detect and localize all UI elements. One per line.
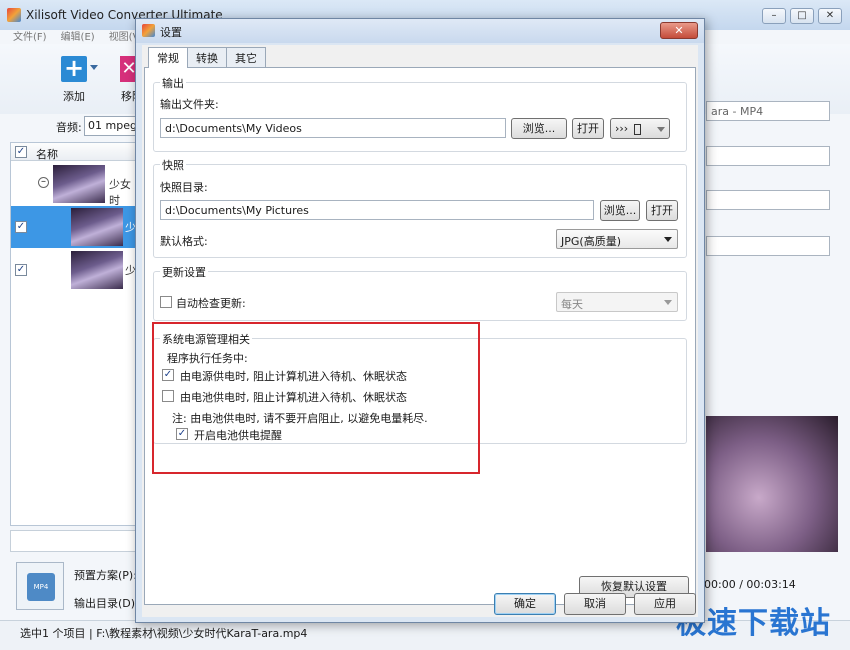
output-group-title: 输出 bbox=[160, 75, 186, 91]
output-folder-label: 输出文件夹: bbox=[160, 98, 219, 111]
dialog-title: 设置 bbox=[160, 26, 182, 39]
chevron-down-icon bbox=[664, 300, 672, 305]
update-group: 更新设置 自动检查更新: 每天 bbox=[153, 264, 687, 321]
preset-icon[interactable]: MP4 bbox=[16, 562, 64, 610]
list-item-title: 少女时 bbox=[109, 178, 131, 207]
update-frequency-value: 每天 bbox=[561, 298, 583, 311]
dialog-app-icon bbox=[142, 24, 155, 37]
right-dropdown-1[interactable] bbox=[706, 146, 830, 166]
apply-button[interactable]: 应用 bbox=[634, 593, 696, 615]
add-icon[interactable]: + bbox=[61, 56, 87, 82]
close-window-button[interactable]: ✕ bbox=[818, 8, 842, 24]
update-group-title: 更新设置 bbox=[160, 264, 208, 280]
tab-convert[interactable]: 转换 bbox=[187, 47, 227, 67]
video-thumbnail bbox=[71, 208, 123, 246]
ok-button[interactable]: 确定 bbox=[494, 593, 556, 615]
cancel-button[interactable]: 取消 bbox=[564, 593, 626, 615]
minimize-button[interactable]: – bbox=[762, 8, 786, 24]
video-thumbnail bbox=[53, 165, 105, 203]
update-frequency-select[interactable]: 每天 bbox=[556, 292, 678, 312]
chevron-down-icon bbox=[657, 127, 665, 132]
right-dropdown-2[interactable] bbox=[706, 190, 830, 210]
forward-arrows-icon: ››› bbox=[615, 122, 629, 135]
device-icon bbox=[633, 123, 641, 135]
name-column-header[interactable]: 名称 bbox=[36, 146, 58, 162]
output-device-button[interactable]: ››› bbox=[610, 118, 670, 139]
default-format-value: JPG(高质量) bbox=[561, 235, 621, 248]
output-folder-input[interactable]: d:\Documents\My Videos bbox=[160, 118, 506, 138]
tab-bar: 常规 转换 其它 bbox=[148, 47, 266, 68]
maximize-button[interactable]: □ bbox=[790, 8, 814, 24]
snapshot-open-button[interactable]: 打开 bbox=[646, 200, 678, 221]
list-header: ✓ 名称 bbox=[11, 143, 137, 161]
snapshot-browse-button[interactable]: 浏览... bbox=[600, 200, 640, 221]
app-icon bbox=[7, 8, 21, 22]
highlight-box bbox=[152, 322, 480, 474]
auto-update-label: 自动检查更新: bbox=[176, 297, 246, 310]
row-checkbox[interactable]: ✓ bbox=[15, 264, 27, 276]
audio-label: 音频: bbox=[56, 121, 82, 134]
dialog-titlebar: 设置 ✕ bbox=[136, 19, 704, 43]
preset-label: 预置方案(P): bbox=[74, 569, 137, 582]
collapse-icon[interactable]: – bbox=[38, 177, 49, 188]
output-open-button[interactable]: 打开 bbox=[572, 118, 604, 139]
status-text: 选中1 个项目 | F:\教程素材\视频\少女时代KaraT-ara.mp4 bbox=[20, 627, 308, 640]
output-format-field[interactable]: ara - MP4 bbox=[706, 101, 830, 121]
dialog-close-button[interactable]: ✕ bbox=[660, 22, 698, 39]
right-dropdown-3[interactable] bbox=[706, 236, 830, 256]
snapshot-dir-input[interactable]: d:\Documents\My Pictures bbox=[160, 200, 594, 220]
tab-other[interactable]: 其它 bbox=[226, 47, 266, 67]
row-checkbox[interactable]: ✓ bbox=[15, 221, 27, 233]
add-dropdown-icon[interactable] bbox=[90, 65, 98, 70]
menu-edit[interactable]: 编辑(E) bbox=[61, 28, 95, 44]
output-dir-label: 输出目录(D): bbox=[74, 597, 139, 610]
settings-dialog: 设置 ✕ 常规 转换 其它 输出 输出文件夹: d:\Documents\My … bbox=[135, 18, 705, 623]
video-thumbnail bbox=[71, 251, 123, 289]
video-preview[interactable] bbox=[706, 416, 838, 552]
add-label[interactable]: 添加 bbox=[63, 88, 85, 104]
select-all-checkbox[interactable]: ✓ bbox=[15, 146, 27, 158]
file-list: ✓ 名称 – 少女时 ✓ 少 ✓ 少 bbox=[10, 142, 138, 526]
list-item[interactable]: ✓ 少 bbox=[11, 249, 137, 291]
list-item[interactable]: – 少女时 bbox=[11, 163, 137, 207]
chevron-down-icon bbox=[664, 237, 672, 242]
output-group: 输出 输出文件夹: d:\Documents\My Videos 浏览... 打… bbox=[153, 75, 687, 152]
list-item[interactable]: ✓ 少 bbox=[11, 206, 137, 248]
snapshot-dir-label: 快照目录: bbox=[160, 181, 208, 194]
menu-file[interactable]: 文件(F) bbox=[13, 28, 47, 44]
auto-update-checkbox[interactable] bbox=[160, 296, 172, 308]
output-browse-button[interactable]: 浏览... bbox=[511, 118, 567, 139]
default-format-label: 默认格式: bbox=[160, 235, 208, 248]
tab-general[interactable]: 常规 bbox=[148, 47, 188, 68]
cpu-graph-panel bbox=[10, 530, 138, 552]
snapshot-group: 快照 快照目录: d:\Documents\My Pictures 浏览... … bbox=[153, 157, 687, 258]
default-format-select[interactable]: JPG(高质量) bbox=[556, 229, 678, 249]
snapshot-group-title: 快照 bbox=[160, 157, 186, 173]
preview-time: 00:00 / 00:03:14 bbox=[704, 578, 796, 591]
